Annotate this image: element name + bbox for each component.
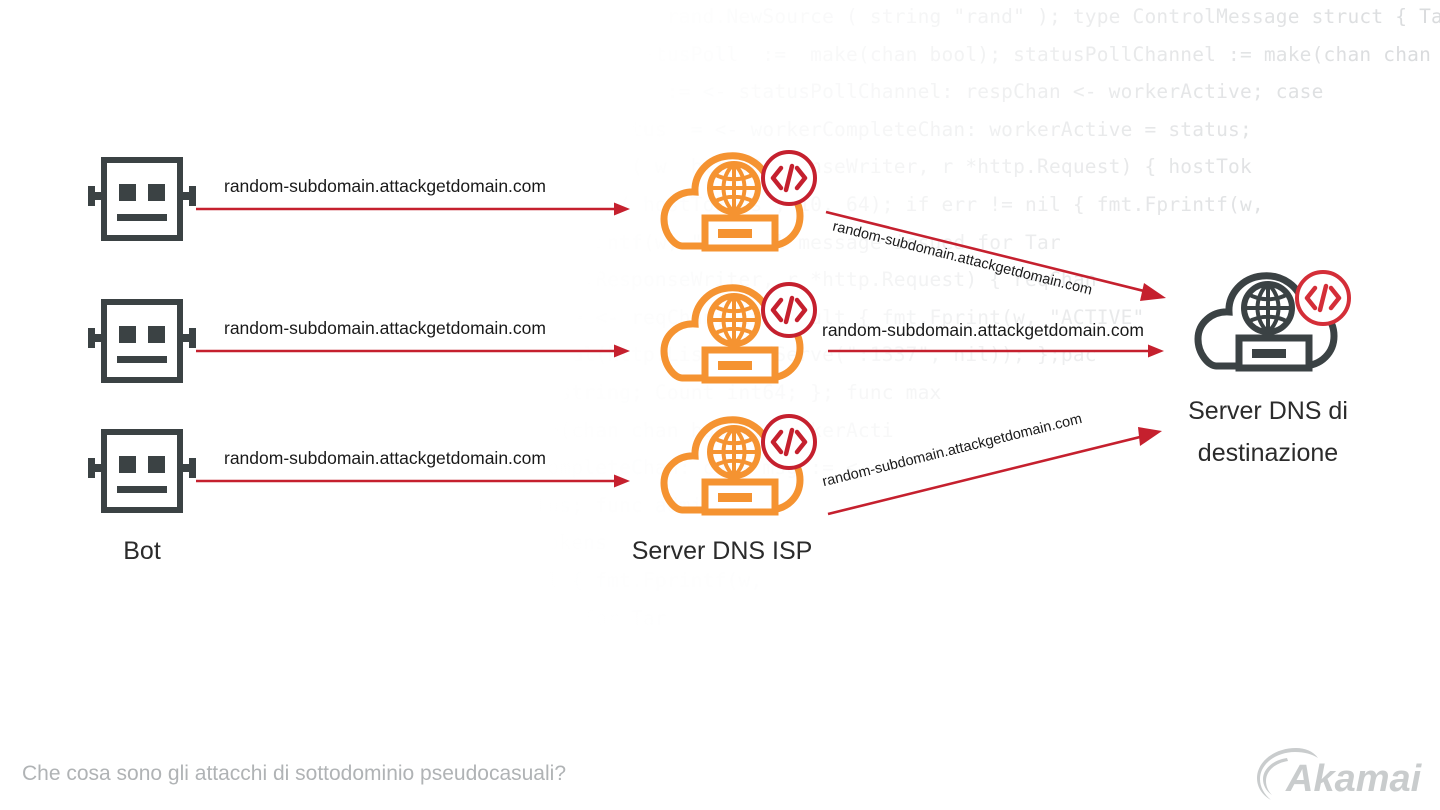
isp-server-3 — [648, 410, 820, 527]
destination-label-line-2: destinazione — [1197, 439, 1339, 467]
bot-icon — [88, 157, 196, 241]
destination-dns-server — [1182, 266, 1354, 383]
bot-1 — [88, 152, 196, 251]
bot-icon — [88, 299, 196, 383]
cloud-server-code-icon — [1194, 270, 1351, 372]
cloud-server-code-icon — [660, 414, 817, 516]
isp-server-2 — [648, 278, 820, 395]
akamai-logo: Akamai — [1250, 742, 1440, 808]
bot-icon — [88, 429, 196, 513]
bot-group-label: Bot — [123, 537, 161, 565]
flow-label-bot-to-isp-3: random-subdomain.attackgetdomain.com — [224, 448, 546, 468]
cloud-server-code-icon — [660, 282, 817, 384]
cloud-server-code-icon — [660, 150, 817, 252]
diagram-canvas: rnd rand.New rand.NewSource ( string "ra… — [0, 0, 1440, 810]
flow-arrow-bot-to-isp-2 — [196, 344, 630, 358]
isp-group-label: Server DNS ISP — [631, 537, 813, 565]
isp-server-1 — [648, 146, 820, 263]
flow-arrow-isp-to-destination-2 — [828, 344, 1164, 358]
akamai-logo-text: Akamai — [1285, 758, 1423, 800]
akamai-logo-icon: Akamai — [1257, 748, 1423, 800]
flow-label-isp-to-destination-2: random-subdomain.attackgetdomain.com — [822, 320, 1144, 340]
bot-3 — [88, 424, 196, 523]
bot-2 — [88, 294, 196, 393]
flow-label-bot-to-isp-2: random-subdomain.attackgetdomain.com — [224, 318, 546, 338]
destination-label-line-1: Server DNS di — [1188, 397, 1348, 425]
page-caption: Che cosa sono gli attacchi di sottodomin… — [22, 762, 567, 785]
flow-label-bot-to-isp-1: random-subdomain.attackgetdomain.com — [224, 176, 546, 196]
flow-arrow-bot-to-isp-1 — [196, 202, 630, 216]
flow-arrow-bot-to-isp-3 — [196, 474, 630, 488]
